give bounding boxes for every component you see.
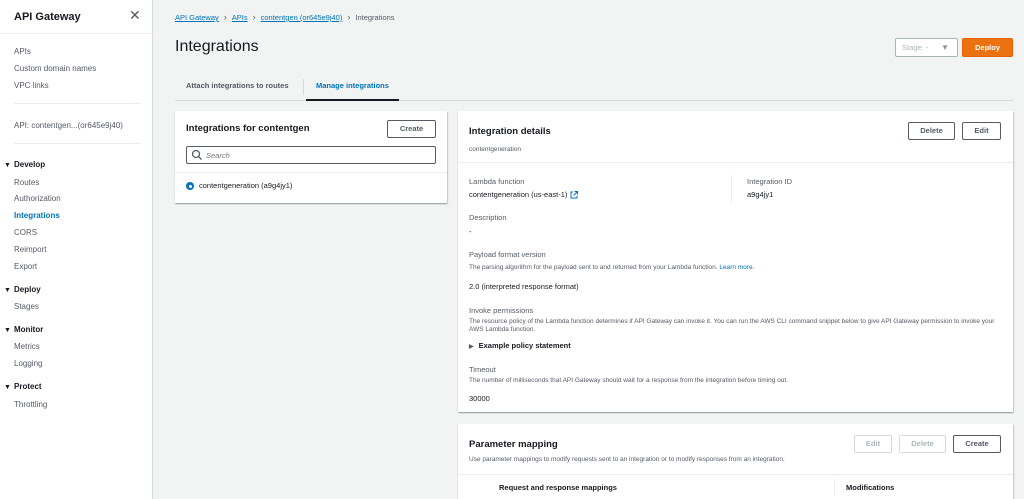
sidebar-section-deploy[interactable]: ▼ Deploy: [4, 285, 41, 294]
example-policy-expander[interactable]: ▶ Example policy statement: [469, 341, 571, 350]
integration-id-label: Integration ID: [747, 177, 793, 186]
invoke-permissions-label: Invoke permissions: [469, 306, 534, 315]
parameter-mapping-panel: Parameter mapping Use parameter mappings…: [458, 424, 1013, 499]
panel-title: Integrations for contentgen: [186, 123, 310, 134]
search-input[interactable]: [186, 146, 436, 164]
lambda-function-name[interactable]: contentgeneration (us-east-1): [469, 190, 567, 199]
payload-format-value: 2.0 (interpreted response format): [469, 282, 579, 291]
sidebar-item-throttling[interactable]: Throttling: [14, 400, 47, 409]
page-title: Integrations: [175, 38, 259, 55]
sidebar-title[interactable]: API Gateway: [14, 11, 81, 23]
caret-down-icon: ▼: [4, 327, 11, 334]
details-title: Integration details: [469, 126, 551, 137]
sidebar-item-vpc-links[interactable]: VPC links: [14, 81, 49, 90]
mapping-create-button[interactable]: Create: [953, 435, 1001, 453]
caret-down-icon: ▼: [4, 162, 11, 169]
edit-button[interactable]: Edit: [962, 122, 1001, 140]
sidebar-item-apis[interactable]: APIs: [14, 47, 31, 56]
sidebar-item-export[interactable]: Export: [14, 262, 37, 271]
parameter-mapping-description: Use parameter mappings to modify request…: [469, 456, 785, 463]
sidebar-divider: [14, 103, 141, 104]
chevron-right-icon: ›: [252, 12, 256, 22]
breadcrumb: API Gateway › APIs › contentgen (or645e9j40)…: [175, 12, 395, 22]
sidebar-item-stages[interactable]: Stages: [14, 302, 39, 311]
chevron-right-icon: ›: [347, 12, 351, 22]
section-label: Protect: [14, 382, 42, 391]
close-icon[interactable]: ✕: [129, 8, 141, 22]
learn-more-link[interactable]: Learn more.: [719, 264, 754, 271]
create-integration-button[interactable]: Create: [387, 120, 436, 138]
deploy-button[interactable]: Deploy: [962, 38, 1013, 57]
sidebar-item-metrics[interactable]: Metrics: [14, 342, 40, 351]
tabs: Attach integrations to routes Manage int…: [175, 73, 1013, 101]
column-header-mappings[interactable]: Request and response mappings: [499, 483, 617, 492]
table-header-divider: [458, 474, 1013, 475]
parameter-mapping-title: Parameter mapping: [469, 439, 558, 450]
example-policy-label: Example policy statement: [478, 341, 571, 350]
breadcrumb-current: Integrations: [355, 13, 395, 22]
caret-right-icon: ▶: [469, 344, 474, 350]
sidebar-item-integrations[interactable]: Integrations: [14, 211, 60, 220]
breadcrumb-api-gateway[interactable]: API Gateway: [175, 13, 219, 22]
header-divider: [458, 162, 1013, 163]
invoke-permissions-description: The resource policy of the Lambda functi…: [469, 318, 995, 333]
mapping-edit-button[interactable]: Edit: [854, 435, 892, 453]
integration-radio[interactable]: [186, 182, 194, 190]
side-navigation: API Gateway ✕ APIs Custom domain names V…: [0, 0, 153, 499]
lambda-function-value: contentgeneration (us-east-1): [469, 190, 579, 199]
sidebar-item-authorization[interactable]: Authorization: [14, 194, 61, 203]
delete-button[interactable]: Delete: [908, 122, 955, 140]
section-label: Develop: [14, 160, 46, 169]
caret-down-icon: ▼: [4, 287, 11, 294]
timeout-description: The number of milliseconds that API Gate…: [469, 377, 789, 384]
column-header-modifications[interactable]: Modifications: [846, 483, 894, 492]
external-link-icon[interactable]: [570, 191, 579, 199]
sidebar-section-protect[interactable]: ▼ Protect: [4, 382, 42, 391]
tab-attach-integrations[interactable]: Attach integrations to routes: [176, 73, 299, 101]
column-divider: [731, 175, 732, 203]
lambda-function-label: Lambda function: [469, 177, 525, 186]
payload-format-label: Payload format version: [469, 250, 546, 259]
mapping-delete-button[interactable]: Delete: [899, 435, 946, 453]
sidebar-item-logging[interactable]: Logging: [14, 359, 42, 368]
integration-id-value: a9g4jy1: [747, 190, 774, 199]
tab-manage-integrations[interactable]: Manage integrations: [306, 73, 399, 101]
sidebar-section-develop[interactable]: ▼ Develop: [4, 160, 45, 169]
breadcrumb-apis[interactable]: APIs: [232, 13, 248, 22]
sidebar-item-reimport[interactable]: Reimport: [14, 245, 46, 254]
caret-down-icon: ▼: [941, 43, 949, 52]
timeout-value: 30000: [469, 394, 490, 403]
search-icon: [191, 149, 202, 160]
payload-format-description: The parsing algorithm for the payload se…: [469, 264, 754, 271]
description-value: -: [469, 227, 472, 236]
details-subtitle: contentgeneration: [469, 146, 522, 153]
sidebar-divider: [0, 33, 153, 34]
sidebar-divider: [14, 143, 141, 144]
integrations-list-panel: Integrations for contentgen Create conte…: [175, 111, 447, 203]
tab-separator: [303, 79, 304, 95]
timeout-label: Timeout: [469, 365, 496, 374]
integration-list-item[interactable]: contentgeneration (a9g4jy1): [199, 181, 292, 190]
caret-down-icon: ▼: [4, 384, 11, 391]
sidebar-item-routes[interactable]: Routes: [14, 178, 39, 187]
section-label: Deploy: [14, 285, 41, 294]
list-divider: [175, 172, 447, 173]
sidebar-section-monitor[interactable]: ▼ Monitor: [4, 325, 43, 334]
stage-select[interactable]: Stage: - ▼: [895, 38, 958, 57]
section-label: Monitor: [14, 325, 44, 334]
search-field[interactable]: [206, 149, 431, 161]
sidebar-api-name[interactable]: API: contentgen...(or645e9j40): [14, 121, 123, 130]
breadcrumb-api[interactable]: contentgen (or645e9j40): [261, 13, 343, 22]
sidebar-item-cors[interactable]: CORS: [14, 228, 37, 237]
description-label: Description: [469, 213, 507, 222]
integration-details-panel: Integration details contentgeneration De…: [458, 111, 1013, 412]
payload-format-desc-text: The parsing algorithm for the payload se…: [469, 264, 718, 271]
stage-select-value: Stage: -: [902, 43, 929, 52]
column-divider: [834, 479, 835, 495]
sidebar-item-custom-domain-names[interactable]: Custom domain names: [14, 64, 96, 73]
chevron-right-icon: ›: [223, 12, 227, 22]
